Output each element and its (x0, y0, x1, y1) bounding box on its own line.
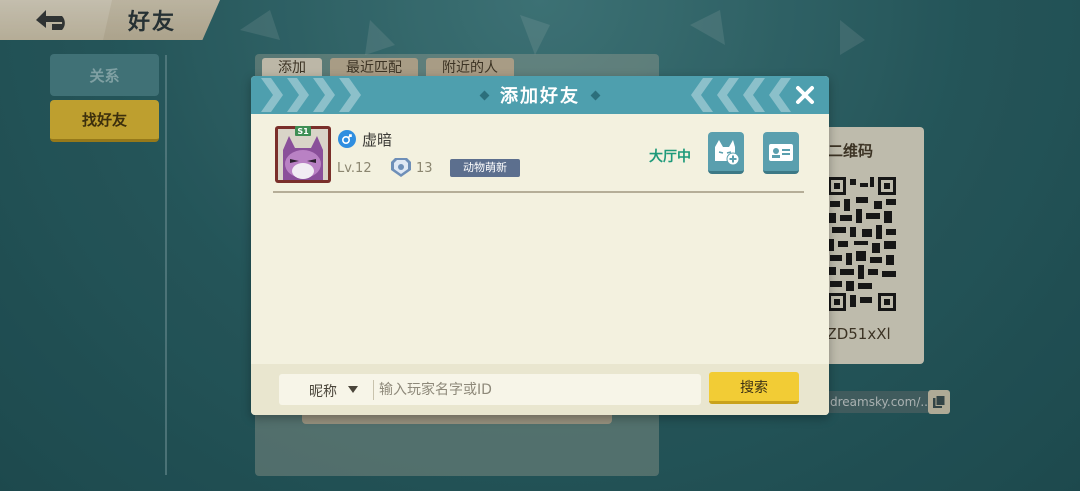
player-name: 虚暗 (362, 131, 393, 149)
search-input[interactable] (379, 376, 697, 403)
rank-badge-icon (391, 158, 411, 177)
selector-divider (373, 380, 374, 400)
online-status: 大厅中 (649, 149, 691, 165)
badge-count: 13 (416, 161, 433, 176)
diamond-right-icon (590, 90, 601, 100)
player-level: Lv.12 (337, 161, 372, 176)
add-friend-icon (715, 139, 740, 165)
search-type-selector[interactable]: 昵称 (309, 381, 337, 401)
diamond-left-icon (479, 90, 490, 100)
row-divider (273, 191, 804, 193)
dialog-title-wrap: 添加好友 (251, 76, 829, 114)
add-friend-dialog: 添加好友 S1 虚暗 Lv.12 13 动物萌新 大厅中 昵称 输入玩家名字或I… (251, 76, 829, 415)
search-button[interactable]: 搜索 (709, 372, 799, 404)
close-icon (796, 86, 814, 104)
avatar-season-badge: S1 (297, 127, 309, 136)
player-avatar[interactable]: S1 (275, 126, 331, 183)
dialog-title: 添加好友 (500, 86, 580, 107)
chevron-down-icon[interactable] (348, 386, 358, 393)
male-icon (338, 130, 356, 148)
close-button[interactable] (792, 82, 818, 108)
id-card-icon (769, 143, 793, 161)
profile-card-button[interactable] (763, 132, 799, 174)
title-tag: 动物萌新 (450, 159, 520, 177)
dialog-header: 添加好友 (251, 76, 829, 114)
add-friend-button[interactable] (708, 132, 744, 174)
